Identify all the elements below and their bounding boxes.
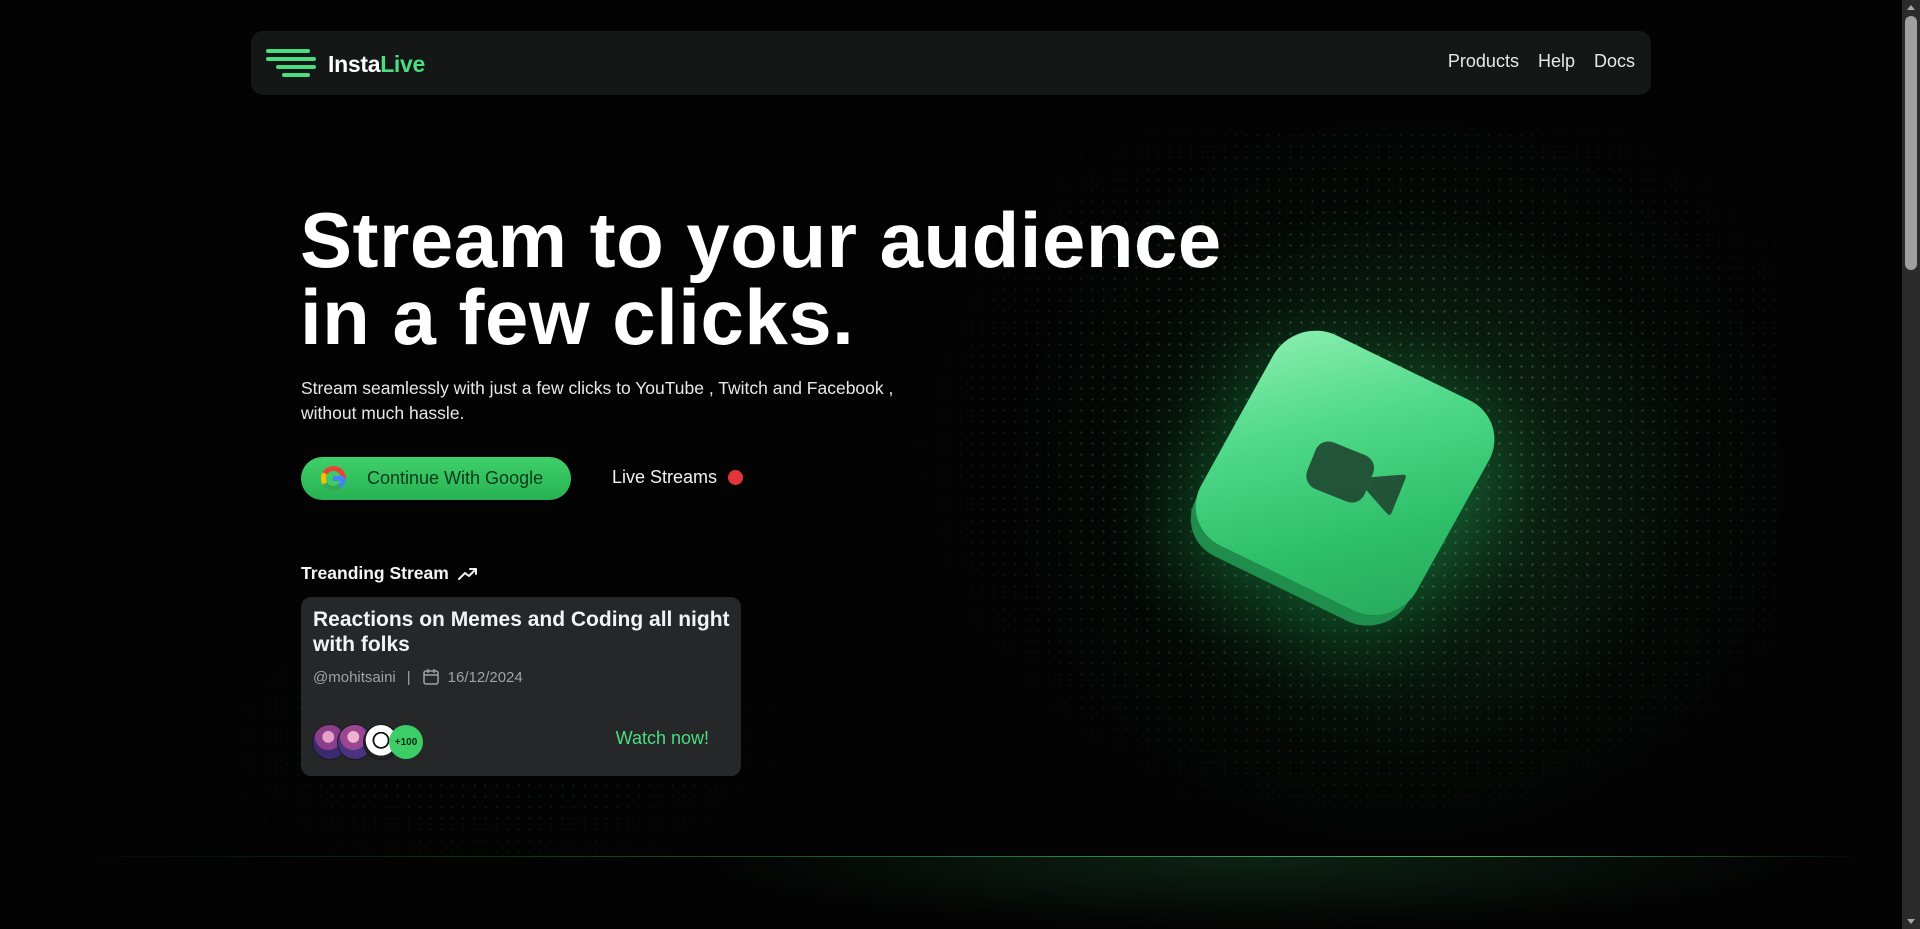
trending-label: Treanding Stream [301,563,449,583]
hero-subtitle-line2: without much hassle. [301,403,465,423]
trending-heading: Treanding Stream [301,563,478,584]
stream-author[interactable]: @mohitsaini [313,669,396,686]
scroll-up-arrow-icon[interactable] [1907,5,1915,10]
watch-now-link[interactable]: Watch now! [616,728,709,749]
page-scrollbar[interactable] [1902,0,1920,929]
stream-date: 16/12/2024 [447,668,523,686]
nav-links: Products Help Docs [1448,51,1635,72]
hero-title-line1: Stream to your audience [300,196,1222,284]
bottom-glow [700,857,1800,929]
live-dot-icon [728,470,744,485]
nav-help-link[interactable]: Help [1538,51,1575,72]
hero-title-line2: in a few clicks. [300,273,855,361]
stream-card[interactable]: Reactions on Memes and Coding all night … [301,597,741,776]
google-button-label: Continue With Google [367,468,544,488]
calendar-icon [422,668,439,685]
live-streams-label: Live Streams [612,467,718,487]
hero-subtitle: Stream seamlessly with just a few clicks… [301,376,941,426]
brand-logo[interactable]: InstaLive [266,49,425,79]
navbar: InstaLive Products Help Docs [251,31,1651,95]
live-streams-link[interactable]: Live Streams [612,467,744,488]
brand-name-part1: Insta [328,50,381,77]
google-icon [321,466,346,491]
nav-products-link[interactable]: Products [1448,51,1519,72]
video-camera-icon [1306,441,1406,515]
scroll-down-arrow-icon[interactable] [1907,919,1915,924]
trending-up-icon [457,567,477,580]
hero-title: Stream to your audience in a few clicks. [300,201,1222,356]
scrollbar-thumb[interactable] [1905,16,1917,270]
brand-name-part2: Live [380,50,426,77]
page: InstaLive Products Help Docs Stream to y… [0,0,1902,929]
hero-subtitle-line1: Stream seamlessly with just a few clicks… [301,378,894,398]
menu-lines-icon [266,49,318,79]
continue-with-google-button[interactable]: Continue With Google [301,457,571,500]
nav-docs-link[interactable]: Docs [1594,51,1635,72]
meta-separator: | [406,668,411,686]
extra-viewers-badge: +100 [389,725,423,759]
stream-card-meta: @mohitsaini | 16/12/2024 [313,668,523,686]
stream-card-title: Reactions on Memes and Coding all night … [313,608,730,656]
brand-name: InstaLive [328,51,425,78]
